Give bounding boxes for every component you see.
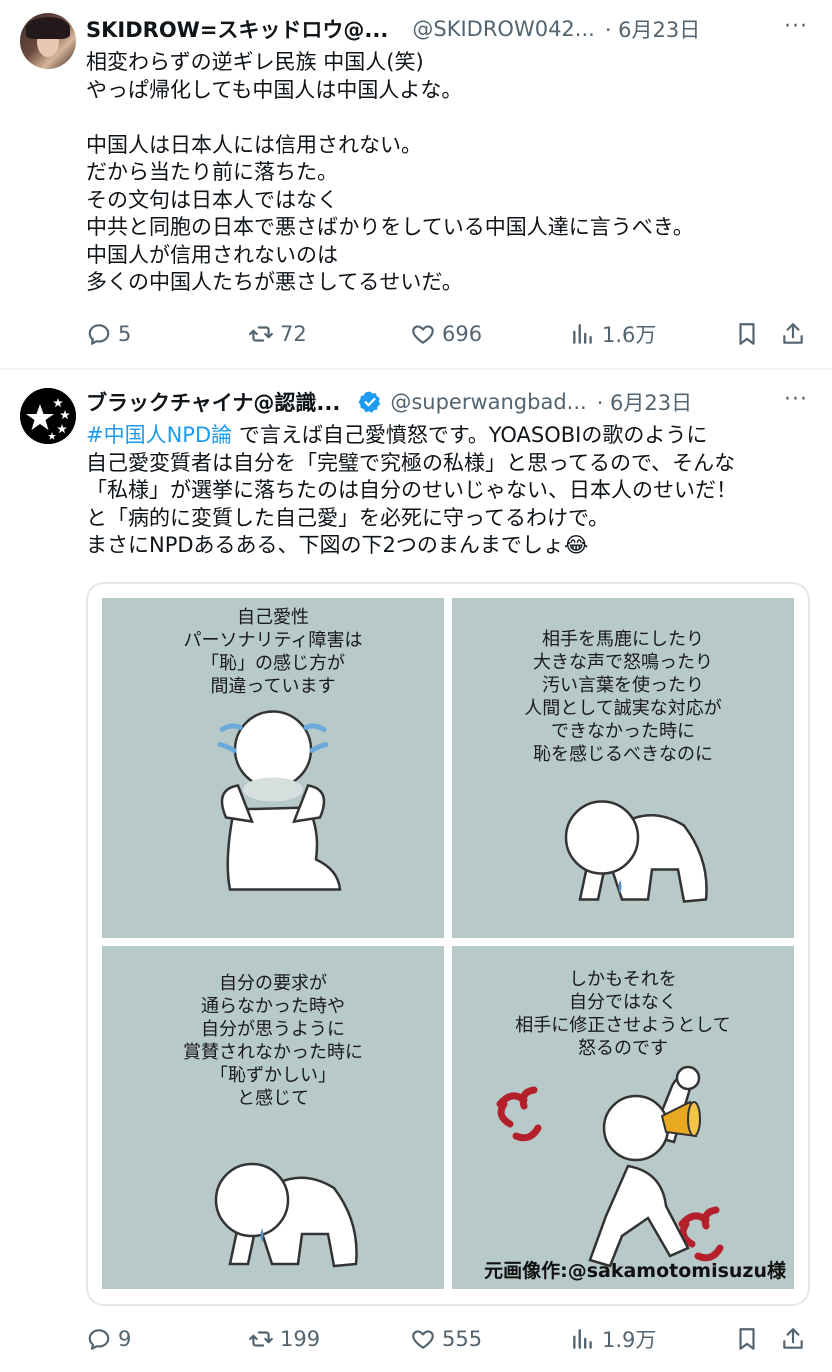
image-credit: 元画像作:@sakamotomisuzu様 (484, 1260, 786, 1282)
reply-count: 9 (118, 1327, 132, 1351)
tweet-header: ブラックチャイナ@認識... @superwangbad... · 6月23日 (86, 387, 692, 417)
share-button[interactable] (780, 1323, 812, 1355)
crying-figure-illustration (217, 710, 342, 891)
tweet-text: 相変わらずの逆ギレ民族 中国人(笑) やっぱ帰化しても中国人は中国人よな。 中国… (86, 50, 694, 294)
author-handle[interactable]: @SKIDROW042... (412, 17, 594, 41)
verified-badge-icon (358, 391, 381, 413)
repost-icon (249, 326, 273, 342)
tweet-date[interactable]: · 6月23日 (597, 387, 692, 417)
heart-icon (412, 1330, 434, 1349)
share-button[interactable] (780, 318, 812, 350)
bookmark-icon (739, 1328, 755, 1350)
author-name[interactable]: ブラックチャイナ@認識... (86, 387, 340, 417)
bookmark-icon (739, 323, 755, 345)
comic-panel-3: 自分の要求が 通らなかった時や 自分が思うように 賞賛されなかった時に 「恥ずか… (102, 946, 444, 1289)
comic-panel-4: しかもそれを 自分ではなく 相手に修正させようとして 怒るのです 元画像作:@s… (452, 946, 794, 1289)
action-bar: 9 199 555 1.9万 (86, 1323, 808, 1355)
kneeling-figure-illustration (564, 800, 708, 903)
comic-panel-1: 自己愛性 パーソナリティ障害は 「恥」の感じ方が 間違っています (102, 598, 444, 938)
like-count: 696 (442, 322, 483, 346)
more-options-icon[interactable]: ··· (784, 387, 808, 412)
views-chart-icon (573, 1329, 592, 1349)
reply-button[interactable]: 5 (86, 318, 131, 350)
more-options-icon[interactable]: ··· (784, 14, 808, 39)
reply-icon (88, 324, 110, 345)
hashtag-link[interactable]: #中国人NPD論 (86, 423, 232, 447)
share-icon (783, 1328, 803, 1349)
comic-panel-2: 相手を馬鹿にしたり 大きな声で怒鳴ったり 汚い言葉を使ったり 人間として誠実な対… (452, 598, 794, 938)
kneeling-figure-illustration (214, 1162, 358, 1268)
tweet-header: SKIDROW=スキッドロウ@... @SKIDROW042... · 6月23… (86, 14, 700, 44)
views-button[interactable]: 1.9万 (570, 1323, 656, 1355)
tweet-1[interactable]: SKIDROW=スキッドロウ@... @SKIDROW042... · 6月23… (0, 0, 832, 368)
reply-count: 5 (118, 322, 132, 346)
repost-button[interactable]: 72 (248, 318, 307, 350)
repost-count: 72 (280, 322, 307, 346)
repost-icon (249, 1331, 273, 1347)
avatar[interactable] (20, 13, 76, 69)
reply-icon (88, 1329, 110, 1350)
tweet-2[interactable]: ブラックチャイナ@認識... @superwangbad... · 6月23日 … (0, 370, 832, 1372)
tweet-image[interactable]: 自己愛性 パーソナリティ障害は 「恥」の感じ方が 間違っています 相手を馬鹿にし… (86, 582, 810, 1306)
heart-icon (412, 325, 434, 344)
views-chart-icon (573, 324, 592, 344)
tweet-text: #中国人NPD論 で言えば自己愛憤怒です。YOASOBIの歌のように 自己愛変質… (86, 422, 806, 560)
author-handle[interactable]: @superwangbad... (390, 390, 586, 414)
avatar[interactable] (20, 388, 76, 444)
view-count: 1.6万 (602, 323, 657, 347)
like-button[interactable]: 696 (410, 318, 482, 350)
tweet-date[interactable]: · 6月23日 (605, 14, 700, 44)
views-button[interactable]: 1.6万 (570, 318, 656, 350)
action-bar: 5 72 696 1.6万 (86, 318, 808, 350)
author-name[interactable]: SKIDROW=スキッドロウ@... (86, 14, 388, 44)
bookmark-button[interactable] (734, 1323, 766, 1355)
bookmark-button[interactable] (734, 318, 766, 350)
reply-button[interactable]: 9 (86, 1323, 131, 1355)
view-count: 1.9万 (602, 1328, 657, 1352)
repost-button[interactable]: 199 (248, 1323, 320, 1355)
star-flag-avatar-icon (20, 388, 76, 444)
like-count: 555 (442, 1327, 483, 1351)
angry-megaphone-figure-illustration (496, 1065, 724, 1268)
repost-count: 199 (280, 1327, 321, 1351)
share-icon (783, 323, 803, 344)
like-button[interactable]: 555 (410, 1323, 482, 1355)
